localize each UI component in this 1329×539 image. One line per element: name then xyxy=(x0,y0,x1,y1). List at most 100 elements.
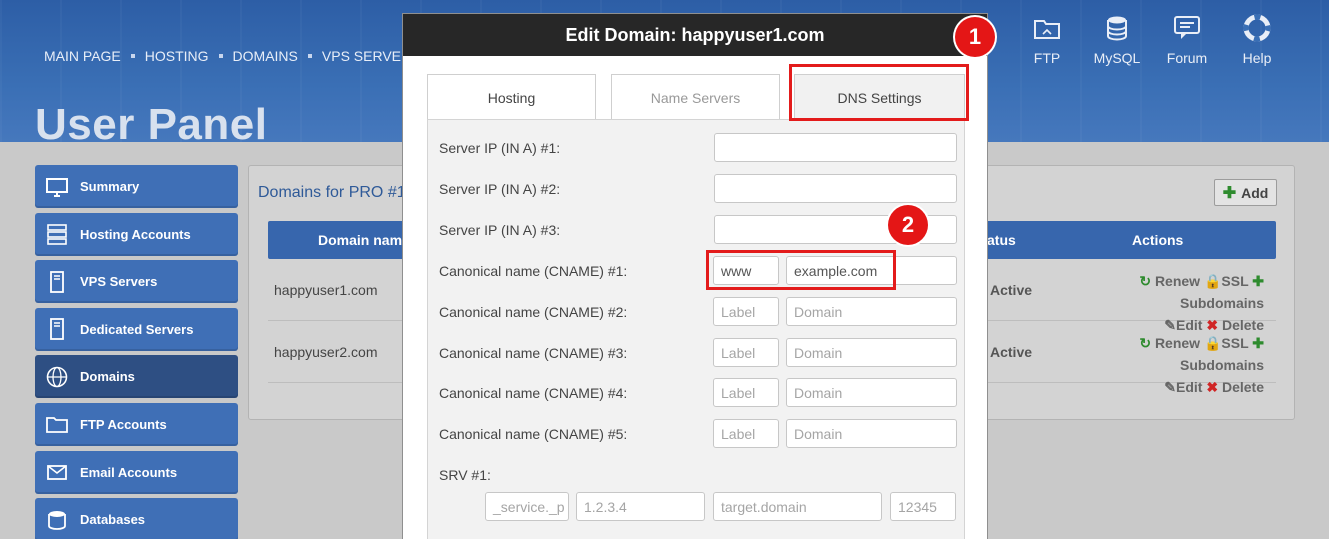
subdomains-link[interactable]: Subdomains xyxy=(1180,357,1264,373)
delete-link[interactable]: Delete xyxy=(1222,379,1264,395)
cname-domain-input-4[interactable]: Domain xyxy=(786,378,957,407)
top-link-forum-label: Forum xyxy=(1166,50,1208,66)
server-ip-row-2: Server IP (IN A) #2: xyxy=(428,174,964,204)
top-link-mysql-label: MySQL xyxy=(1093,50,1141,66)
nav-separator xyxy=(218,54,223,58)
srv-label: SRV #1: xyxy=(439,467,491,483)
cname-label-input-3[interactable]: Label xyxy=(713,338,779,367)
sidebar-item-label: Databases xyxy=(80,512,146,528)
srv-target-input[interactable]: target.domain xyxy=(713,492,882,521)
server-ip-row-3: Server IP (IN A) #3: xyxy=(428,215,964,245)
cname-label-input-4[interactable]: Label xyxy=(713,378,779,407)
sidebar-item-ftp-accounts[interactable]: FTP Accounts xyxy=(35,402,238,446)
ftp-folder-icon xyxy=(45,412,69,436)
cname-label-input-2[interactable]: Label xyxy=(713,297,779,326)
add-domain-button[interactable]: ✚ Add xyxy=(1214,179,1277,206)
nav-domains[interactable]: DOMAINS xyxy=(233,48,298,64)
renew-link[interactable]: Renew xyxy=(1155,273,1200,289)
sidebar-item-email-accounts[interactable]: Email Accounts xyxy=(35,450,238,494)
panel-title: Domains for PRO #1 xyxy=(258,184,406,201)
cname-row-4: Canonical name (CNAME) #4: Label Domain xyxy=(428,378,964,408)
plus-icon: ✚ xyxy=(1252,273,1264,289)
tab-hosting[interactable]: Hosting xyxy=(427,74,596,120)
cname-domain-input-3[interactable]: Domain xyxy=(786,338,957,367)
callout-badge-2: 2 xyxy=(888,205,928,245)
cname-domain-input-2[interactable]: Domain xyxy=(786,297,957,326)
envelope-icon xyxy=(45,460,69,484)
tab-name-servers[interactable]: Name Servers xyxy=(611,74,780,120)
ssl-link[interactable]: SSL xyxy=(1221,335,1248,351)
server-ip-input-1[interactable] xyxy=(714,133,957,162)
top-link-help[interactable]: Help xyxy=(1222,14,1292,66)
nav-hosting[interactable]: HOSTING xyxy=(145,48,209,64)
actions-cell: ↻ Renew 🔒SSL ✚ Subdomains ✎Edit ✖ Delete xyxy=(1054,332,1264,398)
add-button-label: Add xyxy=(1241,184,1269,201)
srv-row-label: SRV #1: xyxy=(428,460,964,490)
server-ip-input-2[interactable] xyxy=(714,174,957,203)
top-link-ftp-label: FTP xyxy=(1033,50,1061,66)
cname-row-3: Canonical name (CNAME) #3: Label Domain xyxy=(428,338,964,368)
server-ip-label-3: Server IP (IN A) #3: xyxy=(439,222,561,238)
cname-label-4: Canonical name (CNAME) #4: xyxy=(439,385,628,401)
server-tower-icon xyxy=(45,270,69,294)
sidebar-item-databases[interactable]: Databases xyxy=(35,498,238,539)
sidebar-item-label: Domains xyxy=(80,369,135,385)
dns-settings-form: Server IP (IN A) #1: Server IP (IN A) #2… xyxy=(427,119,965,539)
srv-ip-input[interactable]: 1.2.3.4 xyxy=(576,492,705,521)
server-stack-icon xyxy=(45,222,69,246)
lock-icon: 🔒 xyxy=(1203,273,1222,289)
cname-row-2: Canonical name (CNAME) #2: Label Domain xyxy=(428,297,964,327)
sidebar-item-label: Hosting Accounts xyxy=(80,226,191,242)
top-link-forum[interactable]: Forum xyxy=(1152,14,1222,66)
cname-label-5: Canonical name (CNAME) #5: xyxy=(439,426,628,442)
plus-icon: ✚ xyxy=(1222,184,1237,202)
cname-label-input-1[interactable]: www xyxy=(713,256,779,285)
server-ip-row-1: Server IP (IN A) #1: xyxy=(428,133,964,163)
cname-label-input-5[interactable]: Label xyxy=(713,419,779,448)
top-link-ftp[interactable]: FTP xyxy=(1012,14,1082,66)
sidebar: Summary Hosting Accounts VPS Servers Ded… xyxy=(35,165,238,539)
monitor-icon xyxy=(45,175,69,199)
lock-icon: 🔒 xyxy=(1203,335,1222,351)
top-navigation: MAIN PAGE HOSTING DOMAINS VPS SERVERS xyxy=(44,48,420,64)
sidebar-item-summary[interactable]: Summary xyxy=(35,165,238,208)
sidebar-item-label: Summary xyxy=(80,179,140,194)
tab-dns-settings[interactable]: DNS Settings xyxy=(794,74,965,120)
database-icon xyxy=(1107,16,1127,41)
cname-domain-input-5[interactable]: Domain xyxy=(786,419,957,448)
nav-separator xyxy=(307,54,312,58)
cname-row-1: Canonical name (CNAME) #1: www example.c… xyxy=(428,256,964,286)
top-link-help-label: Help xyxy=(1242,50,1272,66)
renew-link[interactable]: Renew xyxy=(1155,335,1200,351)
cname-label-3: Canonical name (CNAME) #3: xyxy=(439,345,628,361)
modal-tabs: Hosting Name Servers DNS Settings xyxy=(427,74,965,120)
edit-link[interactable]: Edit xyxy=(1176,379,1202,395)
top-link-mysql[interactable]: MySQL xyxy=(1082,14,1152,66)
database-icon xyxy=(45,508,69,532)
chat-icon xyxy=(1174,16,1200,39)
domain-cell: happyuser1.com xyxy=(274,282,378,298)
srv-port-input[interactable]: 12345 xyxy=(890,492,956,521)
subdomains-link[interactable]: Subdomains xyxy=(1180,295,1264,311)
renew-icon: ↻ xyxy=(1139,335,1152,351)
column-domain: Domain name xyxy=(318,232,410,248)
domain-cell: happyuser2.com xyxy=(274,344,378,360)
status-cell: Active xyxy=(990,282,1033,298)
sidebar-item-dedicated-servers[interactable]: Dedicated Servers xyxy=(35,307,238,351)
lifebuoy-icon xyxy=(1243,14,1271,42)
sidebar-item-domains[interactable]: Domains xyxy=(35,355,238,399)
delete-icon: ✖ xyxy=(1206,379,1219,395)
cname-label-1: Canonical name (CNAME) #1: xyxy=(439,263,628,279)
status-cell: Active xyxy=(990,344,1033,360)
sidebar-item-vps-servers[interactable]: VPS Servers xyxy=(35,260,238,304)
sidebar-item-label: FTP Accounts xyxy=(80,416,167,432)
ssl-link[interactable]: SSL xyxy=(1221,273,1248,289)
modal-title: Edit Domain: happyuser1.com xyxy=(403,14,987,56)
server-ip-label-1: Server IP (IN A) #1: xyxy=(439,140,561,156)
cname-domain-input-1[interactable]: example.com xyxy=(786,256,957,285)
nav-main-page[interactable]: MAIN PAGE xyxy=(44,48,121,64)
sidebar-item-hosting-accounts[interactable]: Hosting Accounts xyxy=(35,212,238,256)
srv-service-input[interactable]: _service._p xyxy=(485,492,569,521)
page-title: User Panel xyxy=(35,100,268,142)
callout-badge-1: 1 xyxy=(955,17,995,57)
